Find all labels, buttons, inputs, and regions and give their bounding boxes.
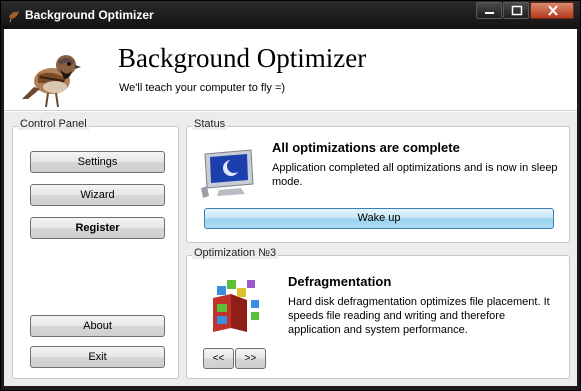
wake-up-button[interactable]: Wake up xyxy=(204,208,554,229)
optimization-group: Optimization №3 Defragmentation Hard dis… xyxy=(186,247,570,379)
status-title: Status xyxy=(192,118,228,130)
next-button[interactable]: >> xyxy=(235,348,266,369)
app-heading: Background Optimizer xyxy=(118,43,367,73)
header-banner: Background Optimizer We'll teach your co… xyxy=(4,29,577,111)
optimization-text-line2: speeds file reading and writing and ther… xyxy=(288,310,506,322)
previous-button[interactable]: << xyxy=(203,348,234,369)
tagline: We'll teach your computer to fly =) xyxy=(119,82,286,94)
minimize-button[interactable] xyxy=(476,2,502,19)
about-button[interactable]: About xyxy=(30,315,165,337)
optimization-text-line3: application and system performance. xyxy=(288,324,468,336)
exit-button[interactable]: Exit xyxy=(30,346,165,368)
register-button[interactable]: Register xyxy=(30,217,165,239)
close-icon xyxy=(548,5,558,16)
settings-button[interactable]: Settings xyxy=(30,151,165,173)
close-button[interactable] xyxy=(530,2,574,19)
status-text-line1: Application completed all optimizations … xyxy=(272,162,558,174)
defrag-blocks-icon xyxy=(213,280,259,332)
client-area: Background Optimizer We'll teach your co… xyxy=(4,29,577,386)
window-controls xyxy=(475,2,574,19)
monitor-sleep-icon xyxy=(201,149,254,198)
status-group: Status All optimizations are complete Ap… xyxy=(186,118,570,243)
optimization-title: Optimization №3 xyxy=(192,247,279,259)
wizard-button[interactable]: Wizard xyxy=(30,184,165,206)
sparrow-logo-icon xyxy=(22,55,81,108)
app-window: Background Optimizer Background Optimize… xyxy=(0,0,581,391)
status-heading: All optimizations are complete xyxy=(272,140,460,155)
title-bar[interactable]: Background Optimizer xyxy=(1,1,580,29)
optimization-text-line1: Hard disk defragmentation optimizes file… xyxy=(288,296,550,308)
minimize-icon xyxy=(485,12,494,14)
sparrow-icon xyxy=(9,10,19,22)
maximize-icon xyxy=(511,5,523,16)
control-panel-group: Control Panel Settings Wizard Register A… xyxy=(12,118,179,379)
window-title: Background Optimizer xyxy=(25,8,154,22)
status-text-line2: mode. xyxy=(272,176,303,188)
control-panel-title: Control Panel xyxy=(18,118,89,130)
optimization-heading: Defragmentation xyxy=(288,274,392,289)
maximize-button[interactable] xyxy=(503,2,529,19)
content-area: Control Panel Settings Wizard Register A… xyxy=(4,112,577,386)
